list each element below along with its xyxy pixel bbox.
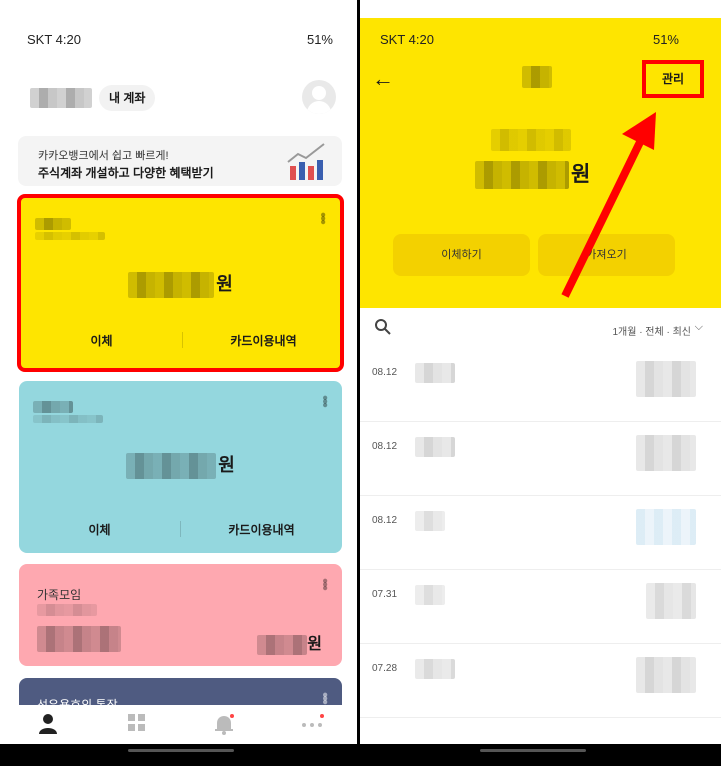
transaction-date: 07.28 xyxy=(372,663,398,674)
account-card-family[interactable]: 가족모임 ••• 원 xyxy=(19,564,342,666)
transaction-amount-blurred xyxy=(636,509,696,545)
account-number-blurred xyxy=(37,604,97,616)
top-bar xyxy=(0,0,357,18)
grid-icon xyxy=(128,714,145,731)
transaction-name-blurred xyxy=(415,511,445,531)
status-time: SKT 4:20 xyxy=(380,32,434,47)
status-battery: 51% xyxy=(652,32,679,47)
nav-home[interactable] xyxy=(28,713,68,739)
transaction-amount-blurred xyxy=(646,583,696,619)
amount-unit: 원 xyxy=(571,163,591,186)
nav-more[interactable] xyxy=(292,713,332,739)
account-card-mint[interactable]: ••• 원 이체 카드이용내역 xyxy=(19,381,342,553)
status-bar: SKT 4:20 51% xyxy=(0,30,357,52)
transaction-date: 08.12 xyxy=(372,441,398,452)
more-icon[interactable]: ••• xyxy=(316,692,333,703)
fetch-button[interactable]: 가져오기 xyxy=(538,234,675,276)
system-nav-bar xyxy=(0,744,357,766)
transfer-button[interactable]: 이체하기 xyxy=(393,234,530,276)
system-nav-bar xyxy=(360,744,721,766)
promo-banner[interactable]: 카카오뱅크에서 쉽고 빠르게! 주식계좌 개설하고 다양한 혜택받기 xyxy=(18,136,342,186)
avatar[interactable] xyxy=(302,80,336,114)
amount-unit: 원 xyxy=(307,636,322,653)
card-actions: 이체 카드이용내역 xyxy=(19,507,342,553)
promo-line1: 카카오뱅크에서 쉽고 빠르게! xyxy=(38,150,169,162)
member-avatars-blurred xyxy=(37,626,121,652)
amount-unit: 원 xyxy=(216,274,233,294)
account-card-primary[interactable]: ••• 원 이체 카드이용내역 xyxy=(17,194,344,372)
nav-grid[interactable] xyxy=(117,713,157,739)
transfer-button[interactable]: 이체 xyxy=(21,332,182,349)
right-screen: SKT 4:20 51% ← 관리 원 이체하기 가져오기 1개월 · 전체 ·… xyxy=(360,0,721,766)
home-indicator[interactable] xyxy=(128,749,234,752)
home-indicator[interactable] xyxy=(480,749,586,752)
account-name-blurred xyxy=(35,218,71,230)
user-name-blurred xyxy=(30,88,92,108)
promo-line2: 주식계좌 개설하고 다양한 혜택받기 xyxy=(38,166,214,180)
transaction-name-blurred xyxy=(415,659,455,679)
transaction-row[interactable]: 08.12 xyxy=(360,349,721,422)
status-battery: 51% xyxy=(306,32,333,47)
bell-icon xyxy=(215,714,234,735)
more-dots-icon xyxy=(302,714,324,727)
account-number-blurred xyxy=(491,129,571,151)
person-icon xyxy=(39,714,57,734)
manage-label: 관리 xyxy=(661,72,685,86)
left-screen: SKT 4:20 51% 내 계좌 카카오뱅크에서 쉽고 빠르게! 주식계좌 개… xyxy=(0,0,357,766)
balance-blurred xyxy=(126,453,217,480)
back-arrow-icon[interactable]: ← xyxy=(372,66,394,92)
transaction-row[interactable]: 08.12 xyxy=(360,497,721,570)
transaction-date: 08.12 xyxy=(372,367,398,378)
balance-blurred xyxy=(128,272,215,299)
account-number-blurred xyxy=(33,415,103,423)
account-number-blurred xyxy=(35,232,105,240)
transaction-amount-blurred xyxy=(636,361,696,397)
more-icon[interactable]: ••• xyxy=(316,395,333,406)
transaction-name-blurred xyxy=(415,437,455,457)
amount-unit: 원 xyxy=(218,455,235,475)
chevron-down-icon[interactable]: ⌵ xyxy=(695,321,703,334)
search-icon[interactable] xyxy=(374,318,392,336)
my-account-chip[interactable]: 내 계좌 xyxy=(99,85,156,111)
filter-label[interactable]: 1개월 · 전체 · 최신 xyxy=(612,323,691,338)
more-icon[interactable]: ••• xyxy=(316,578,333,589)
transaction-name-blurred xyxy=(415,363,455,383)
header: 내 계좌 xyxy=(0,80,357,120)
transfer-button[interactable]: 이체 xyxy=(19,521,180,538)
transaction-name-blurred xyxy=(415,585,445,605)
balance-blurred xyxy=(475,161,569,190)
status-bar: SKT 4:20 51% xyxy=(360,30,721,52)
balance-blurred xyxy=(257,634,308,655)
top-bar xyxy=(360,0,721,18)
transaction-row[interactable]: 07.28 xyxy=(360,645,721,718)
card-history-button[interactable]: 카드이용내역 xyxy=(183,332,340,349)
transaction-amount-blurred xyxy=(636,435,696,471)
card-actions: 이체 카드이용내역 xyxy=(21,318,340,364)
nav-notifications[interactable] xyxy=(204,713,244,739)
card-title: 가족모임 xyxy=(37,588,82,602)
transaction-amount-blurred xyxy=(636,657,696,693)
chart-icon xyxy=(287,143,325,180)
screenshot: SKT 4:20 51% 내 계좌 카카오뱅크에서 쉽고 빠르게! 주식계좌 개… xyxy=(0,0,721,766)
account-name-blurred xyxy=(522,66,552,88)
status-time: SKT 4:20 xyxy=(27,32,81,47)
transaction-row[interactable]: 07.31 xyxy=(360,571,721,644)
transaction-row[interactable]: 08.12 xyxy=(360,423,721,496)
transaction-date: 07.31 xyxy=(372,589,398,600)
manage-button[interactable]: 관리 xyxy=(642,60,704,98)
transaction-date: 08.12 xyxy=(372,515,398,526)
account-name-blurred xyxy=(33,401,73,413)
card-history-button[interactable]: 카드이용내역 xyxy=(181,521,342,538)
more-icon[interactable]: ••• xyxy=(314,212,331,223)
filter-bar: 1개월 · 전체 · 최신 ⌵ xyxy=(360,309,721,349)
